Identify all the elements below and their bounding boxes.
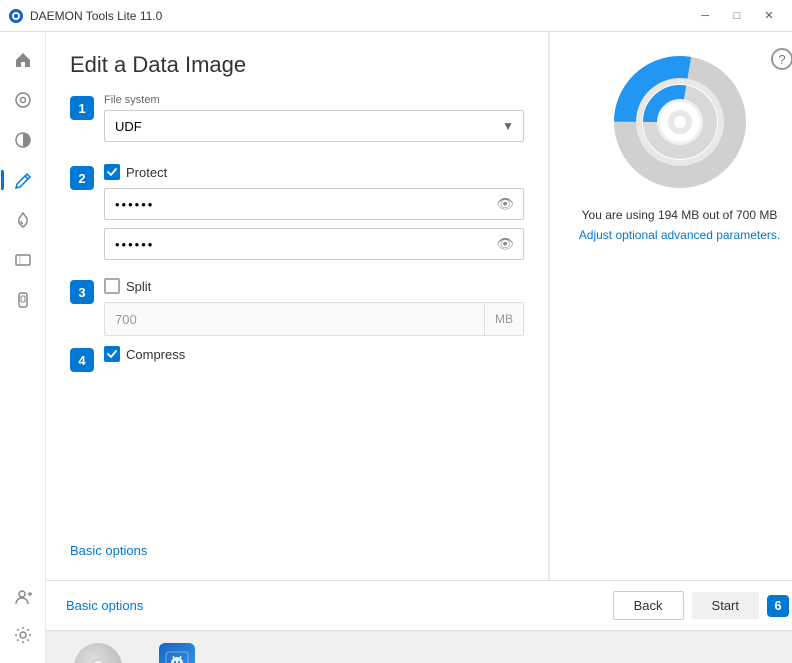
usage-text: You are using 194 MB out of 700 MB — [582, 208, 778, 222]
split-checkbox[interactable] — [104, 278, 120, 294]
password1-input[interactable] — [104, 188, 524, 220]
sidebar-item-disc[interactable] — [5, 82, 41, 118]
step-3-row: 3 Split MB — [70, 278, 524, 336]
sidebar-item-burn[interactable] — [5, 202, 41, 238]
step-4-badge: 4 — [70, 348, 94, 372]
step-6-badge: 6 — [767, 595, 789, 617]
main-content: Edit a Data Image 1 File system UDF ISO9… — [46, 32, 792, 580]
sidebar-item-edit[interactable] — [5, 162, 41, 198]
form-footer: Basic options — [70, 382, 524, 560]
compress-checkbox-row: Compress — [104, 346, 524, 362]
sidebar-item-usb[interactable] — [5, 282, 41, 318]
step-3-content: Split MB — [104, 278, 524, 336]
split-label: Split — [126, 279, 151, 294]
app-body: Edit a Data Image 1 File system UDF ISO9… — [0, 32, 792, 663]
title-bar: DAEMON Tools Lite 11.0 ─ □ ✕ — [0, 0, 792, 32]
app-icon — [8, 8, 24, 24]
form-panel: Edit a Data Image 1 File system UDF ISO9… — [46, 32, 549, 580]
step-1-row: 1 File system UDF ISO9660 Joliet ▼ — [70, 94, 524, 154]
disc-inner — [90, 659, 106, 663]
file-system-label: File system — [104, 94, 524, 106]
sidebar — [0, 32, 46, 663]
step-2-row: 2 Protect 👁 — [70, 164, 524, 268]
taskbar: QuickMount — [46, 630, 792, 663]
protect-checkbox-row: Protect — [104, 164, 524, 180]
compress-checkbox[interactable] — [104, 346, 120, 362]
nokia-phone-icon — [159, 643, 195, 663]
sidebar-item-settings[interactable] — [5, 617, 41, 653]
taskbar-item-quick-mount[interactable]: QuickMount — [66, 639, 130, 663]
title-bar-left: DAEMON Tools Lite 11.0 — [8, 8, 162, 24]
step-1-badge: 1 — [70, 96, 94, 120]
minimize-button[interactable]: ─ — [690, 4, 720, 28]
basic-options-link[interactable]: Basic options — [70, 543, 147, 558]
maximize-button[interactable]: □ — [722, 4, 752, 28]
step-3-badge: 3 — [70, 280, 94, 304]
step-2-badge: 2 — [70, 166, 94, 190]
sidebar-item-image[interactable] — [5, 122, 41, 158]
protect-checkbox[interactable] — [104, 164, 120, 180]
quick-mount-disc-icon — [74, 643, 122, 663]
password1-wrapper: 👁 — [104, 188, 524, 220]
sidebar-item-home[interactable] — [5, 42, 41, 78]
close-button[interactable]: ✕ — [754, 4, 784, 28]
eye1-icon[interactable]: 👁 — [496, 196, 514, 213]
password2-wrapper: 👁 — [104, 228, 524, 260]
basic-options-link-bottom[interactable]: Basic options — [66, 598, 143, 613]
sidebar-item-virtual[interactable] — [5, 242, 41, 278]
content-area: Edit a Data Image 1 File system UDF ISO9… — [46, 32, 792, 663]
taskbar-item-nokia[interactable]: Nokia 7.2 — [146, 639, 208, 663]
split-unit: MB — [484, 303, 523, 335]
step-4-row: 4 Compress — [70, 346, 524, 372]
file-system-select[interactable]: UDF ISO9660 Joliet — [104, 110, 524, 142]
action-bar: Basic options Back Start 6 — [46, 580, 792, 630]
split-checkbox-row: Split — [104, 278, 524, 294]
help-icon[interactable]: ? — [771, 48, 792, 70]
split-input[interactable] — [105, 303, 484, 335]
start-button[interactable]: Start — [692, 592, 759, 619]
app-title: DAEMON Tools Lite 11.0 — [30, 9, 162, 23]
file-system-select-wrapper: UDF ISO9660 Joliet ▼ — [104, 110, 524, 142]
right-panel-wrapper: ? — [549, 32, 792, 580]
sidebar-item-add-user[interactable] — [5, 579, 41, 615]
window-controls: ─ □ ✕ — [690, 4, 784, 28]
action-buttons: Back Start 6 — [613, 591, 789, 620]
page-title: Edit a Data Image — [70, 52, 524, 78]
advanced-params-link[interactable]: Adjust optional advanced parameters. — [579, 228, 780, 242]
password2-input[interactable] — [104, 228, 524, 260]
usage-chart — [610, 52, 750, 192]
step-4-content: Compress — [104, 346, 524, 370]
step-1-content: File system UDF ISO9660 Joliet ▼ — [104, 94, 524, 154]
eye2-icon[interactable]: 👁 — [496, 236, 514, 253]
back-button[interactable]: Back — [613, 591, 684, 620]
compress-label: Compress — [126, 347, 185, 362]
split-input-wrapper: MB — [104, 302, 524, 336]
step-2-content: Protect 👁 👁 — [104, 164, 524, 268]
protect-label: Protect — [126, 165, 167, 180]
